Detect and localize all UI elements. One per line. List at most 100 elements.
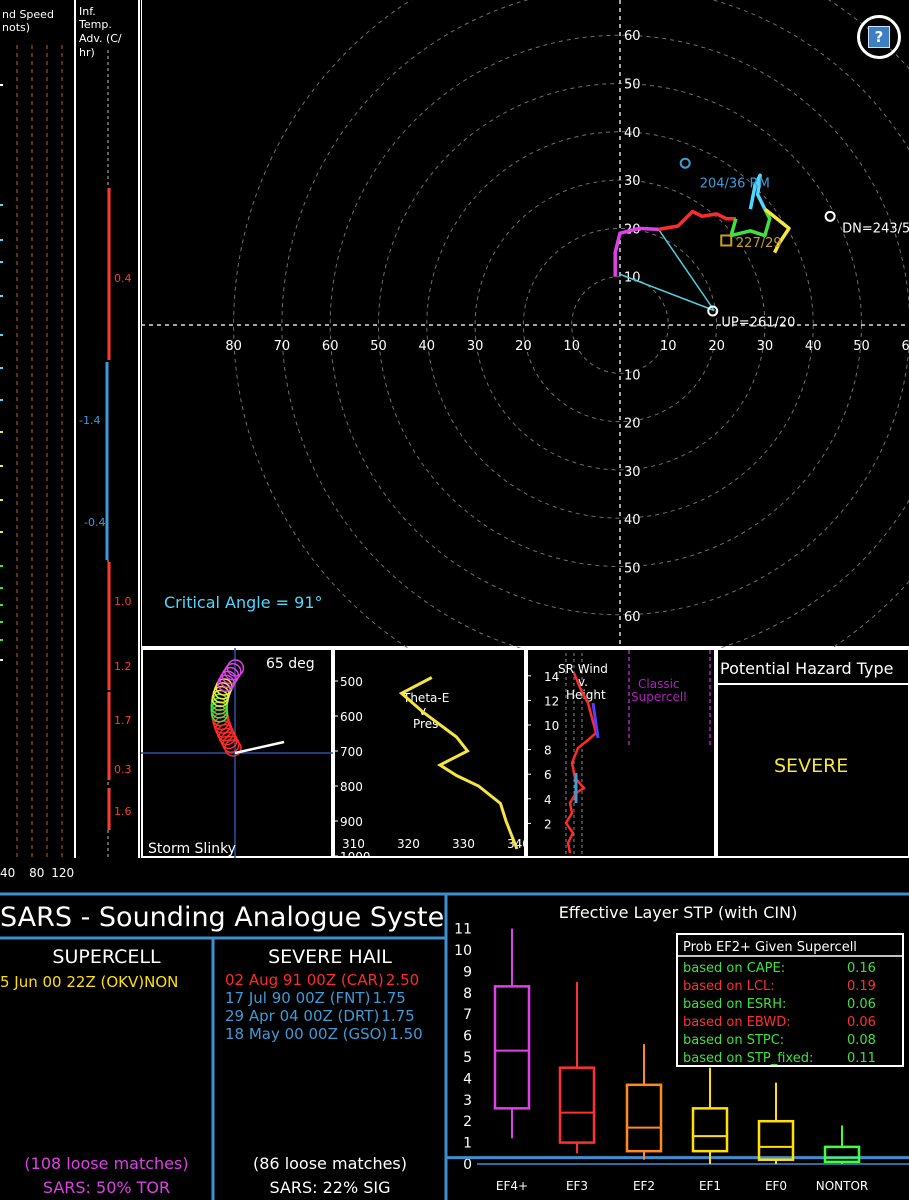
temp-adv-value: 0.4 [114, 272, 132, 285]
prob-row-label: based on STPC: [683, 1033, 784, 1048]
hodograph-x-tick: 10 [563, 339, 580, 354]
dn-marker [824, 210, 836, 222]
temp-adv-value: 1.6 [114, 805, 132, 818]
sr-height-label: 2 [544, 817, 552, 831]
sr-wind-panel: SR Wind v. Height Classic Supercell 2468… [526, 648, 716, 858]
sr-height-label: 4 [544, 793, 552, 807]
stp-category-label: EF1 [699, 1179, 721, 1193]
severe-hail-title: SEVERE HAIL [268, 946, 392, 968]
hail-summary: SARS: 22% SIG [269, 1178, 391, 1197]
hodograph-y-tick: 10 [624, 368, 641, 383]
theta-e-panel: Theta-E v. Pres 5006007008009001000310 32… [333, 648, 526, 858]
hodograph-y-tick: 50 [624, 562, 641, 577]
theta-temp-label: 330 [452, 837, 475, 851]
sr-wind-title-1: SR Wind [558, 662, 608, 676]
prob-row-label: based on LCL: [683, 979, 775, 994]
sr-height-label: 8 [544, 744, 552, 758]
hodograph-y-tick: 40 [624, 126, 641, 141]
hodograph-trace [619, 273, 715, 312]
hodograph-x-tick: 10 [660, 339, 677, 354]
stp-y-tick: 5 [463, 1050, 472, 1066]
theta-pres-label: 900 [340, 815, 363, 829]
hodograph-x-tick: 80 [225, 339, 242, 354]
lm-marker [720, 234, 733, 247]
prob-row-label: based on EBWD: [683, 1015, 791, 1030]
hodograph-x-tick: 50 [370, 339, 387, 354]
theta-temp-label: 310 [342, 837, 365, 851]
stp-category-label: EF0 [765, 1179, 787, 1193]
hail-match-date: 18 May 00 00Z (GSO) [225, 1025, 388, 1043]
stp-y-tick: 1 [463, 1136, 472, 1152]
sr-height-label: 12 [544, 694, 559, 708]
stp-box [757, 1119, 795, 1161]
wind-speed-label-1: nd Speed [2, 8, 54, 21]
hodograph-y-tick: 10 [624, 271, 641, 286]
stp-box [691, 1107, 729, 1153]
hodograph-y-tick: 30 [624, 465, 641, 480]
prob-row-value: 0.11 [847, 1051, 876, 1066]
hail-match-size: 1.75 [381, 1007, 415, 1025]
inf-temp-adv-panel: Inf. Temp. Adv. (C/ hr) 0.4 -1.4 -0.4 1.0 1.… [78, 0, 140, 858]
hodograph-x-tick: 20 [708, 339, 725, 354]
hail-match-date: 17 Jul 90 00Z (FNT) [225, 989, 371, 1007]
stp-chart: Effective Layer STP (with CIN) 0 1 2 3 4 5 6 7 8… [447, 903, 909, 1193]
temp-adv-value: -0.4 [84, 516, 105, 529]
hodograph-x-tick: 20 [515, 339, 532, 354]
question-icon: ? [868, 26, 890, 48]
hazard-title: Potential Hazard Type [720, 659, 894, 678]
theta-pres-label: 800 [340, 780, 363, 794]
rm-marker [679, 157, 691, 169]
stp-box [558, 1066, 596, 1144]
sr-height-label: 10 [544, 719, 559, 733]
slinky-title: Storm Slinky [148, 841, 236, 857]
hail-loose-matches: (86 loose matches) [253, 1154, 407, 1173]
help-button[interactable]: ? [857, 15, 901, 59]
stp-y-tick: 0 [463, 1157, 472, 1173]
prob-row-value: 0.08 [847, 1033, 876, 1048]
hail-match-row[interactable]: 17 Jul 90 00Z (FNT) 1.75 [225, 990, 406, 1007]
stp-category-label: EF2 [633, 1179, 655, 1193]
stp-y-tick: 9 [463, 964, 472, 980]
hazard-value: SEVERE [774, 755, 848, 777]
hodograph-y-tick: 60 [624, 610, 641, 625]
supercell-match-row: 5 Jun 00 22Z (OKV)NON [0, 973, 179, 991]
rm-label: 204/36 RM [700, 176, 770, 191]
sr-height-label: 6 [544, 768, 552, 782]
prob-row-value: 0.19 [847, 979, 876, 994]
hodograph-x-tick: 50 [853, 339, 870, 354]
inf-temp-label-2: Temp. [78, 18, 112, 31]
sr-height-label: 14 [544, 670, 559, 684]
classic-supercell-label-2: Supercell [631, 690, 687, 704]
hodograph-x-tick: 40 [419, 339, 436, 354]
hodograph-trace [657, 228, 715, 311]
hodograph-x-tick: 30 [467, 339, 484, 354]
hodograph-x-tick: 30 [757, 339, 774, 354]
supercell-title: SUPERCELL [52, 946, 161, 968]
theta-pres-label: 600 [340, 710, 363, 724]
hodograph-y-tick: 50 [624, 78, 641, 93]
hodograph-x-tick: 70 [274, 339, 291, 354]
temp-adv-value: 1.7 [114, 714, 132, 727]
hail-match-row[interactable]: 18 May 00 00Z (GSO) 1.50 [225, 1026, 423, 1043]
hail-match-size: 1.50 [389, 1025, 423, 1043]
hodograph-y-tick: 30 [624, 174, 641, 189]
prob-row-value: 0.16 [847, 961, 876, 976]
stp-y-tick: 4 [463, 1071, 472, 1087]
sars-title: SARS - Sounding Analogue System [0, 902, 446, 933]
prob-row-label: based on CAPE: [683, 961, 785, 976]
hodograph[interactable]: 8070605040302010102030405060701020304050… [141, 0, 909, 648]
hail-match-row[interactable]: 02 Aug 91 00Z (CAR) 2.50 [225, 972, 419, 989]
classic-supercell-label-1: Classic [638, 677, 680, 691]
inf-temp-label-3: Adv. (C/ [79, 32, 122, 45]
temp-adv-value: 1.0 [114, 595, 132, 608]
hail-match-size: 2.50 [385, 971, 420, 989]
hodograph-trace [729, 208, 772, 238]
prob-row-label: based on ESRH: [683, 997, 786, 1012]
hail-match-row[interactable]: 29 Apr 04 00Z (DRT) 1.75 [225, 1008, 415, 1025]
up-label: UP=261/20 [721, 315, 795, 330]
hodograph-x-tick: 60 [322, 339, 339, 354]
stp-y-tick: 2 [463, 1114, 472, 1130]
stp-y-tick: 11 [454, 922, 472, 938]
wind-speed-panel: nd Speed nots) [0, 0, 76, 858]
hodograph-y-tick: 20 [624, 417, 641, 432]
